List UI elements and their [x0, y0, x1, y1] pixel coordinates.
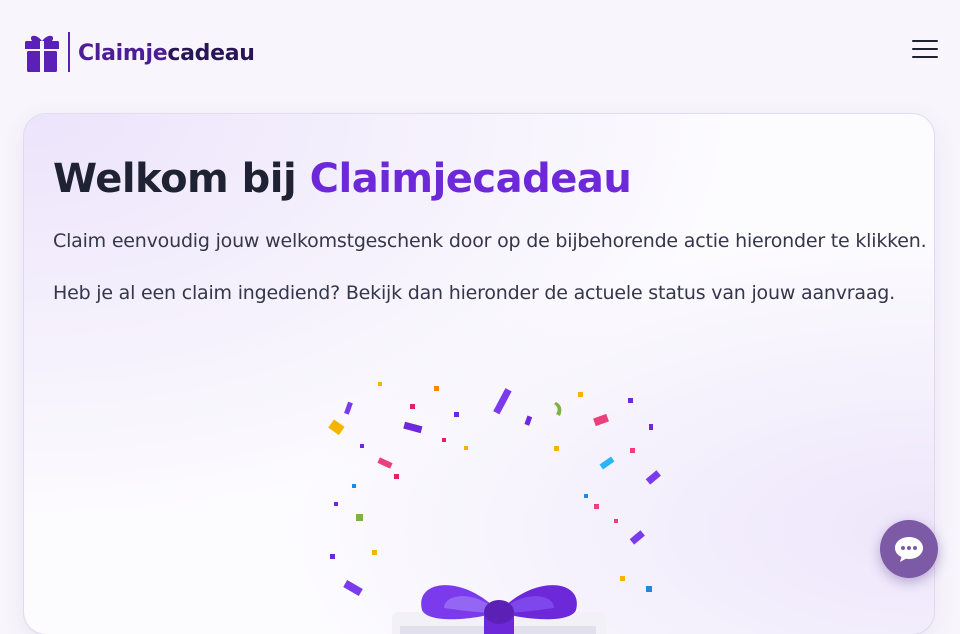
intro-paragraph-status: Heb je al een claim ingediend? Bekijk da…	[53, 282, 895, 304]
logo-divider	[68, 32, 70, 72]
site-header: Claimjecadeau	[0, 0, 960, 100]
welcome-card: Welkom bij Claimjecadeau Claim eenvoudig…	[24, 114, 934, 634]
chat-button[interactable]	[880, 520, 938, 578]
gift-confetti-icon	[328, 382, 661, 634]
title-prefix: Welkom bij	[53, 156, 310, 202]
brand-logo[interactable]: Claimjecadeau	[24, 30, 255, 74]
confetti	[328, 382, 661, 596]
brand-name-part1: Claimje	[78, 40, 168, 66]
brand-name: Claimjecadeau	[78, 41, 255, 66]
hamburger-menu-icon[interactable]	[912, 38, 938, 60]
intro-paragraph-claim: Claim eenvoudig jouw welkomstgeschenk do…	[53, 230, 927, 252]
gift-logo-icon	[25, 35, 59, 72]
chat-bubble-icon	[895, 537, 923, 562]
brand-name-part2: cadeau	[167, 40, 255, 66]
title-accent: Claimjecadeau	[309, 156, 632, 202]
page-title: Welkom bij Claimjecadeau	[53, 156, 632, 202]
